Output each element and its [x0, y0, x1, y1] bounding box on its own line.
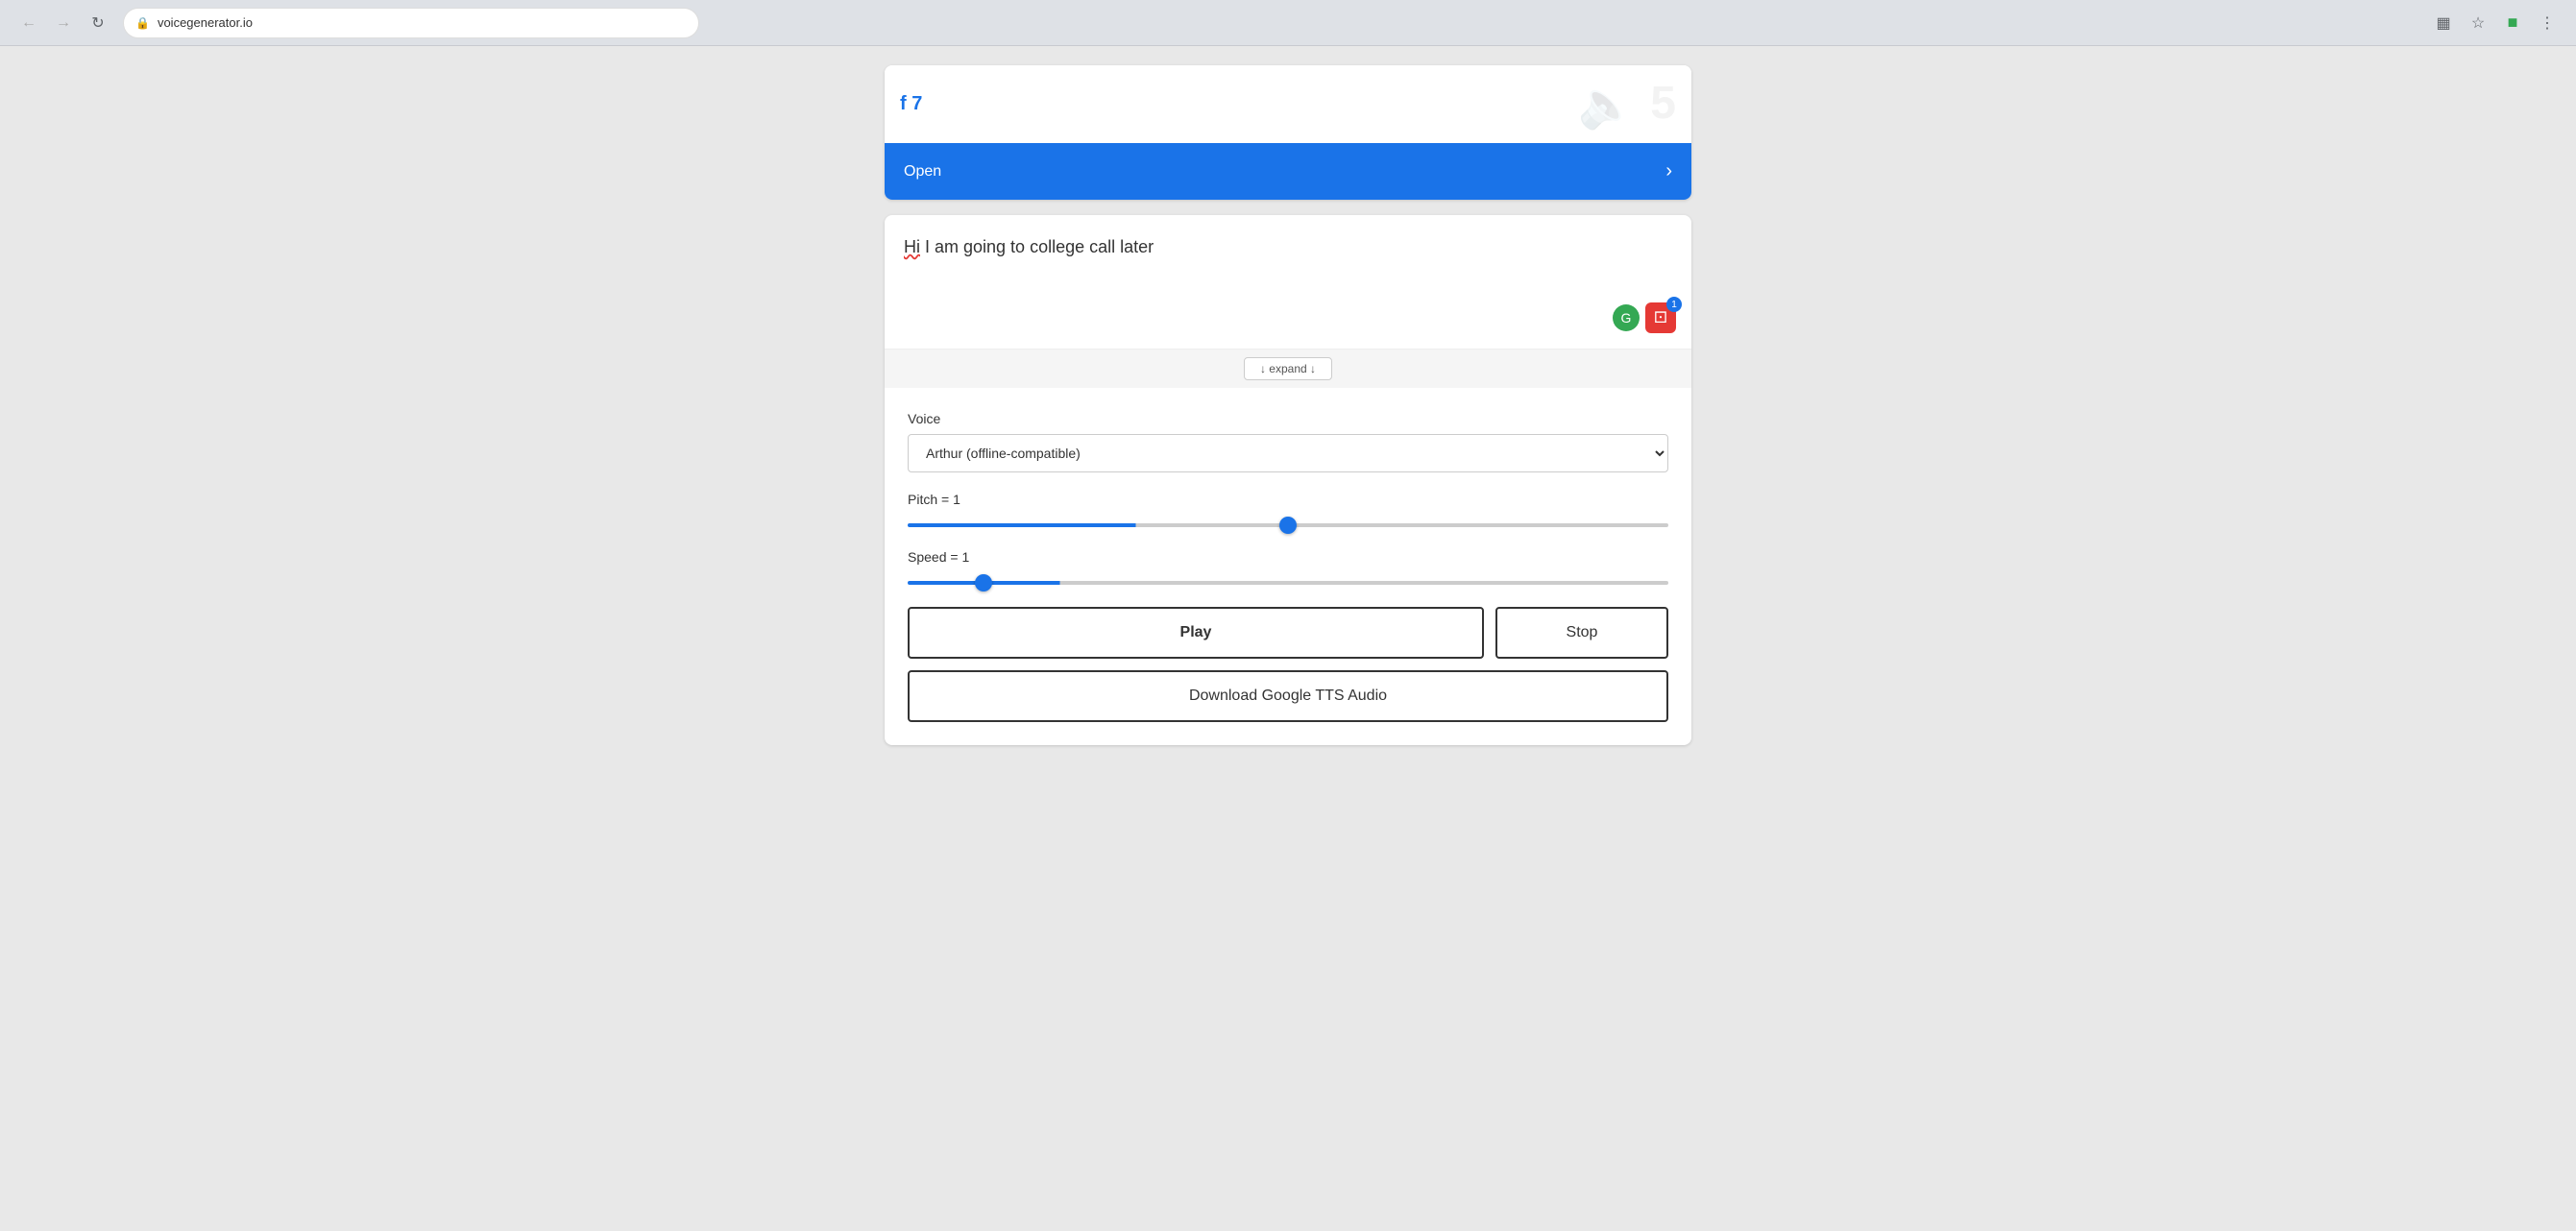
- forward-button[interactable]: →: [50, 10, 77, 36]
- lock-icon: 🔒: [135, 16, 150, 30]
- browser-chrome: ← → ↻ 🔒 voicegenerator.io ▦ ☆ ■ ⋮: [0, 0, 2576, 46]
- text-area-section[interactable]: Hi I am going to college call later G ⚀ …: [885, 215, 1691, 350]
- extension-icon[interactable]: ■: [2499, 10, 2526, 36]
- bookmark-icon[interactable]: ☆: [2465, 10, 2491, 36]
- voice-control-group: Voice Arthur (offline-compatible) Google…: [908, 411, 1668, 472]
- speed-label: Speed = 1: [908, 549, 1668, 565]
- download-button[interactable]: Download Google TTS Audio: [908, 670, 1668, 722]
- content-wrapper: f 7 🔈 5 Open › Hi I am going to college …: [885, 65, 1691, 745]
- play-button[interactable]: Play: [908, 607, 1484, 659]
- text-display: Hi I am going to college call later: [904, 234, 1672, 311]
- dice-icon[interactable]: ⚀ 1: [1645, 302, 1676, 333]
- pitch-slider-container: [908, 515, 1668, 530]
- text-content: I am going to college call later: [920, 237, 1154, 256]
- page-content: f 7 🔈 5 Open › Hi I am going to college …: [0, 46, 2576, 764]
- menu-icon[interactable]: ⋮: [2534, 10, 2561, 36]
- expand-bar: ↓ expand ↓: [885, 350, 1691, 388]
- top-partial-card: f 7 🔈 5 Open ›: [885, 65, 1691, 200]
- main-card: Hi I am going to college call later G ⚀ …: [885, 215, 1691, 745]
- top-card-header: f 7 🔈 5: [885, 65, 1691, 143]
- open-arrow-icon: ›: [1665, 160, 1672, 182]
- typo-word: Hi: [904, 237, 920, 256]
- back-button[interactable]: ←: [15, 10, 42, 36]
- voice-select[interactable]: Arthur (offline-compatible) Google US En…: [908, 434, 1668, 472]
- speed-control-group: Speed = 1: [908, 549, 1668, 588]
- screen-capture-icon[interactable]: ▦: [2430, 10, 2457, 36]
- text-icons: G ⚀ 1: [1613, 302, 1676, 333]
- badge: 1: [1666, 297, 1682, 312]
- pitch-control-group: Pitch = 1: [908, 492, 1668, 530]
- open-button[interactable]: Open ›: [885, 143, 1691, 200]
- speed-slider[interactable]: [908, 581, 1668, 585]
- open-button-label: Open: [904, 163, 941, 181]
- expand-button[interactable]: ↓ expand ↓: [1244, 357, 1332, 380]
- pitch-slider[interactable]: [908, 523, 1668, 527]
- reload-button[interactable]: ↻: [85, 10, 111, 36]
- decorative-icons: 🔈 5: [1578, 77, 1676, 132]
- speed-slider-container: [908, 572, 1668, 588]
- play-stop-buttons: Play Stop: [908, 607, 1668, 659]
- pitch-label: Pitch = 1: [908, 492, 1668, 507]
- url-text: voicegenerator.io: [158, 15, 253, 30]
- blue-partial-text: f 7: [900, 93, 922, 115]
- grammarly-icon[interactable]: G: [1613, 304, 1640, 331]
- stop-button[interactable]: Stop: [1495, 607, 1668, 659]
- address-bar[interactable]: 🔒 voicegenerator.io: [123, 8, 699, 38]
- browser-actions: ▦ ☆ ■ ⋮: [2430, 10, 2561, 36]
- nav-buttons: ← → ↻: [15, 10, 111, 36]
- voice-label: Voice: [908, 411, 1668, 426]
- controls-section: Voice Arthur (offline-compatible) Google…: [885, 388, 1691, 745]
